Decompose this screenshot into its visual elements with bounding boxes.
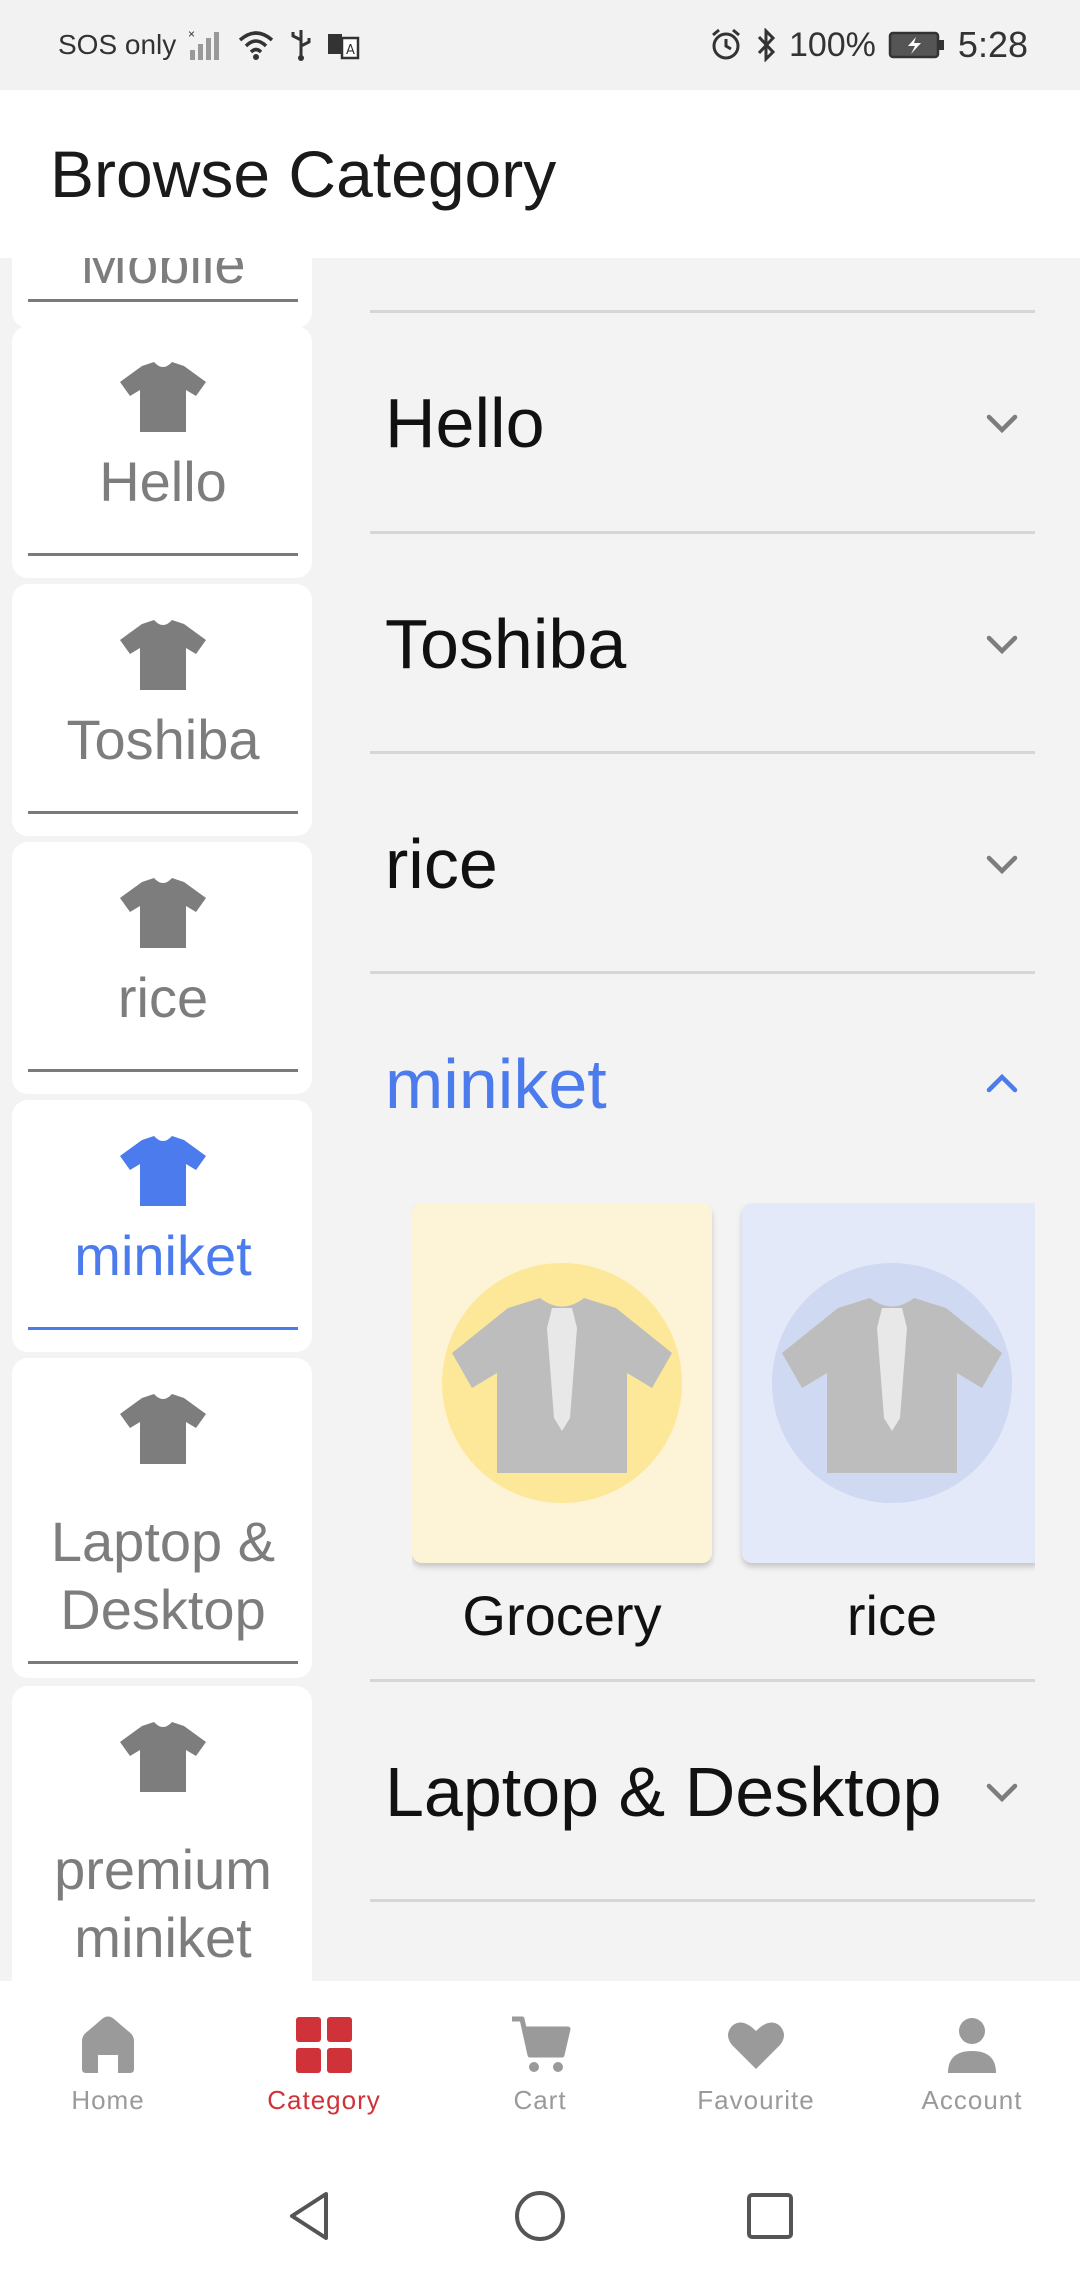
tshirt-icon: [120, 1394, 206, 1464]
chevron-down-icon: [986, 855, 1018, 875]
shirt-tie-icon: [442, 1263, 682, 1503]
tshirt-icon: [120, 1136, 206, 1206]
rail-item-premium-miniket[interactable]: premium miniket: [12, 1686, 312, 1981]
shirt-tie-icon: [772, 1263, 1012, 1503]
chevron-down-icon: [986, 414, 1018, 434]
svg-text:A: A: [346, 43, 355, 58]
category-rail[interactable]: Mobile Hello Toshiba rice miniket Laptop…: [0, 258, 312, 1981]
tshirt-icon: [120, 878, 206, 948]
tshirt-icon: [120, 362, 206, 432]
rail-item-label: miniket: [74, 1224, 252, 1287]
nav-label: Account: [921, 2085, 1023, 2115]
system-nav: [0, 2151, 1080, 2280]
nav-label: Home: [71, 2085, 145, 2115]
app-bar: Browse Category: [0, 90, 1080, 258]
subcategory-tile-rice[interactable]: rice: [742, 1203, 1035, 1647]
alarm-icon: [709, 28, 743, 62]
home-icon: [82, 2016, 134, 2073]
tile-image: [742, 1203, 1035, 1563]
translate-icon: A: [326, 30, 360, 60]
rail-item-mobile[interactable]: Mobile: [12, 258, 312, 328]
accordion-title: Hello: [385, 384, 545, 462]
rail-item-label: rice: [117, 966, 209, 1029]
status-right: 100% 5:28: [709, 24, 1028, 66]
wifi-icon: [236, 28, 276, 62]
rail-item-underline: Laptop & Desktop: [28, 1358, 298, 1664]
chevron-down-icon: [986, 635, 1018, 655]
accordion-title: Laptop & Desktop: [385, 1753, 942, 1831]
person-icon: [948, 2018, 996, 2073]
rail-item-hello[interactable]: Hello: [12, 326, 312, 578]
recents-icon[interactable]: [740, 2186, 800, 2246]
battery-percent: 100%: [788, 25, 876, 64]
tile-label: Grocery: [462, 1584, 662, 1647]
tshirt-icon: [120, 1722, 206, 1792]
accordion-header-laptop-desktop[interactable]: Laptop & Desktop: [370, 1682, 1035, 1902]
accordion-header-rice[interactable]: rice: [370, 754, 1035, 974]
back-icon[interactable]: [280, 2186, 340, 2246]
usb-icon: [288, 28, 314, 62]
chevron-up-icon: [986, 1073, 1018, 1093]
rail-item-label: premium miniket: [54, 1838, 272, 1969]
nav-label: Category: [267, 2085, 381, 2115]
heart-icon: [728, 2022, 784, 2069]
rail-item-label: Laptop & Desktop: [50, 1510, 276, 1641]
rail-item-miniket[interactable]: miniket: [12, 1100, 312, 1352]
rail-item-underline: miniket: [28, 1100, 298, 1330]
page-title: Browse Category: [50, 137, 557, 211]
rail-item-label: Toshiba: [66, 708, 260, 771]
nav-label: Favourite: [697, 2085, 815, 2115]
rail-item-underline: Mobile: [28, 258, 298, 302]
accordion-header-miniket[interactable]: miniket: [370, 974, 1035, 1194]
status-bar: SOS only × A 100% 5:28: [0, 0, 1080, 90]
accordion-header-hello[interactable]: Hello: [370, 313, 1035, 533]
home-circle-icon[interactable]: [510, 2186, 570, 2246]
svg-text:×: ×: [188, 28, 195, 41]
rail-item-toshiba[interactable]: Toshiba: [12, 584, 312, 836]
accordion-title: rice: [385, 825, 498, 903]
rail-item-label: Hello: [99, 450, 227, 513]
tile-label: rice: [846, 1584, 938, 1647]
bottom-nav: Home Category Cart Favourite Account: [0, 1981, 1080, 2151]
rail-item-rice[interactable]: rice: [12, 842, 312, 1094]
rail-item-laptop-desktop[interactable]: Laptop & Desktop: [12, 1358, 312, 1678]
rail-item-underline: rice: [28, 842, 298, 1072]
battery-icon: [888, 30, 946, 60]
accordion-header-toshiba[interactable]: Toshiba: [370, 534, 1035, 754]
subcategory-tiles[interactable]: Grocery rice: [412, 1203, 1035, 1683]
nav-home[interactable]: Home: [0, 1981, 216, 2151]
rail-item-underline: premium miniket: [28, 1686, 298, 1981]
nav-category[interactable]: Category: [216, 1981, 432, 2151]
accordion-title: Toshiba: [385, 605, 627, 683]
bluetooth-icon: [755, 28, 777, 62]
grid-icon: [296, 2017, 352, 2073]
nav-label: Cart: [513, 2085, 567, 2115]
nav-cart[interactable]: Cart: [432, 1981, 648, 2151]
rail-item-underline: Toshiba: [28, 584, 298, 814]
tile-image: [412, 1203, 712, 1563]
tshirt-icon: [120, 620, 206, 690]
chevron-down-icon: [986, 1783, 1018, 1803]
nav-favourite[interactable]: Favourite: [648, 1981, 864, 2151]
signal-icon: ×: [188, 28, 224, 62]
rail-item-underline: Hello: [28, 326, 298, 556]
divider: [370, 1899, 1035, 1902]
clock: 5:28: [957, 24, 1028, 65]
subcategory-tile-grocery[interactable]: Grocery: [412, 1203, 712, 1647]
carrier-text: SOS only: [58, 29, 177, 60]
accordion-title: miniket: [385, 1045, 607, 1123]
status-left: SOS only × A: [58, 28, 360, 62]
rail-item-label: Mobile: [80, 258, 246, 295]
cart-icon: [512, 2016, 571, 2072]
nav-account[interactable]: Account: [864, 1981, 1080, 2151]
category-content[interactable]: Mobile Hello Toshiba rice miniket Laptop…: [0, 258, 1080, 1981]
